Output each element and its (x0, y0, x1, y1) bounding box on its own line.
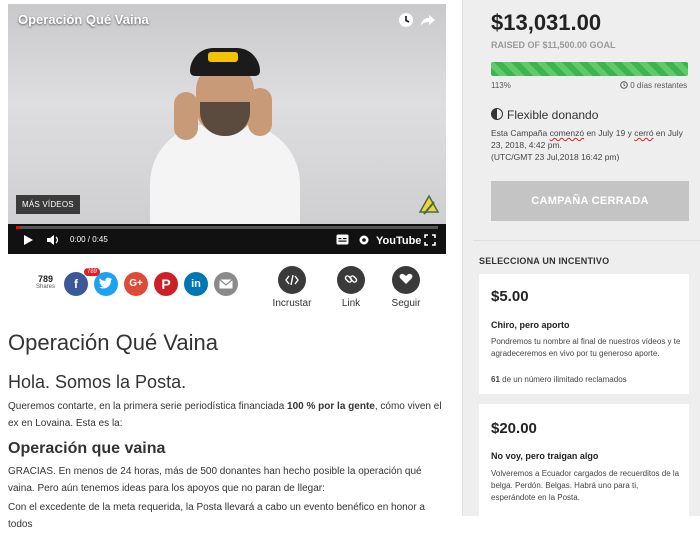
clock-icon[interactable] (398, 12, 414, 28)
video-progress-fill (16, 226, 21, 229)
article-subtitle: Hola. Somos la Posta. (8, 372, 187, 392)
section-title: Operación que vaina (8, 440, 166, 457)
link-label[interactable]: Link (321, 298, 381, 309)
heart-icon[interactable] (392, 266, 420, 294)
campaign-sidebar: $13,031.00 RAISED OF $11,500.00 GOAL 113… (462, 0, 700, 516)
goal-text: RAISED OF $11,500.00 GOAL (491, 40, 616, 50)
funding-progress-fill (491, 62, 688, 76)
funding-progress-bar (491, 62, 688, 76)
google-plus-icon[interactable]: G+ (124, 272, 148, 296)
incentive-amount: $20.00 (491, 420, 537, 437)
share-count-number: 789 (37, 274, 54, 284)
share-bar: 789 Shares f 789 G+ P in Incrustar Link … (8, 266, 458, 316)
campaign-dates-text: comenzó (549, 128, 585, 138)
intro-text: Queremos contarte, en la primera serie p… (8, 401, 288, 412)
embed-label[interactable]: Incrustar (262, 298, 322, 309)
campaign-dates: Esta Campaña comenzó en July 19 y cerró … (491, 127, 691, 163)
video-player[interactable]: Operación Qué Vaina MÁS VÍDEOS 0:00 / 0:… (8, 4, 446, 254)
video-frame[interactable] (8, 4, 446, 234)
share-count: 789 Shares (36, 274, 55, 290)
more-videos-button[interactable]: MÁS VÍDEOS (16, 195, 80, 214)
share-count-label: Shares (36, 284, 56, 290)
channel-watermark[interactable] (418, 194, 440, 216)
video-person-shirt (150, 124, 300, 234)
incentive-card[interactable]: $20.00 No voy, pero traigan algo Volvere… (479, 404, 689, 516)
twitter-icon[interactable] (94, 272, 118, 296)
days-remaining: 0 días restantes (620, 81, 687, 90)
video-person-hand (174, 92, 198, 140)
video-time: 0:00 / 0:45 (70, 235, 108, 244)
campaign-dates-text: en July 19 y (584, 128, 635, 138)
video-progress-bar[interactable] (16, 226, 438, 229)
article-paragraph: Con el excedente de la meta requerida, l… (8, 502, 425, 530)
article-paragraph: GRACIAS. En menos de 24 horas, más de 50… (8, 466, 422, 494)
volume-icon[interactable] (46, 234, 60, 250)
intro-bold: 100 % por la gente (287, 401, 375, 412)
main-content: Operación Qué Vaina MÁS VÍDEOS 0:00 / 0:… (0, 0, 462, 530)
settings-icon[interactable] (358, 234, 370, 250)
incentive-claimed-count: 61 (491, 375, 500, 384)
days-remaining-text: 0 días restantes (630, 81, 688, 90)
campaign-closed-button[interactable]: CAMPAÑA CERRADA (491, 181, 689, 221)
incentive-name: Chiro, pero aporto (491, 320, 570, 330)
incentive-name: No voy, pero traigan algo (491, 451, 599, 461)
divider (473, 240, 700, 241)
share-icon[interactable] (420, 12, 436, 28)
clock-icon (620, 81, 630, 90)
incentive-description: Pondremos tu nombre al final de nuestros… (491, 337, 681, 358)
funded-percent: 113% (491, 81, 511, 90)
cap-logo (208, 52, 238, 62)
campaign-dates-text: cerró (634, 128, 654, 138)
article-title: Operación Qué Vaina (8, 330, 218, 355)
linkedin-icon[interactable]: in (184, 272, 208, 296)
flexible-funding: Flexible donando (491, 108, 598, 122)
link-icon[interactable] (337, 266, 365, 294)
campaign-dates-text: Esta Campaña (491, 128, 550, 138)
video-controls: 0:00 / 0:45 YouTube (8, 224, 446, 254)
incentive-card[interactable]: $5.00 Chiro, pero aporto Pondremos tu no… (479, 274, 689, 394)
incentives-heading: SELECCIONA UN INCENTIVO (479, 256, 610, 266)
incentive-claimed: 61 de un número ilimitado reclamados (491, 375, 627, 384)
fullscreen-icon[interactable] (424, 234, 436, 250)
youtube-logo[interactable]: YouTube (376, 234, 421, 248)
facebook-icon[interactable]: f (64, 272, 88, 296)
flexible-icon (491, 108, 503, 120)
video-title[interactable]: Operación Qué Vaina (18, 12, 149, 27)
incentive-claimed-text: de un número ilimitado reclamados (499, 375, 627, 384)
pinterest-icon[interactable]: P (154, 272, 178, 296)
campaign-timezone: (UTC/GMT 23 Jul,2018 16:42 pm) (491, 152, 620, 162)
incentive-amount: $5.00 (491, 288, 529, 305)
flexible-label: Flexible donando (507, 108, 599, 122)
embed-icon[interactable] (278, 266, 306, 294)
captions-icon[interactable] (336, 234, 349, 249)
follow-label[interactable]: Seguir (376, 298, 436, 309)
amount-raised: $13,031.00 (491, 10, 602, 35)
play-icon[interactable] (22, 234, 34, 250)
email-icon[interactable] (214, 272, 238, 296)
incentive-description: Volveremos a Ecuador cargados de recuerd… (491, 469, 680, 502)
article-intro: Queremos contarte, en la primera serie p… (8, 398, 448, 432)
